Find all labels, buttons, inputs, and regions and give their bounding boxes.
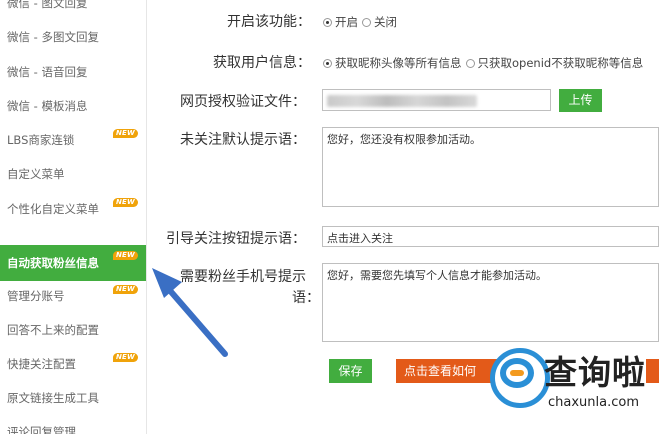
sidebar-item[interactable]: 管理分账号 NEW xyxy=(0,279,146,313)
enable-label: 开启该功能： xyxy=(227,14,311,30)
sidebar-item-label: 微信 - 模板消息 xyxy=(7,99,88,113)
sidebar-item[interactable]: 评论回复管理 xyxy=(0,415,146,434)
user-info-all-label[interactable]: 获取昵称头像等所有信息 xyxy=(335,55,462,71)
phone-tip-label-line2: 语： xyxy=(292,290,320,306)
sidebar-item[interactable]: 自动获取粉丝信息 NEW xyxy=(0,245,146,281)
upload-button[interactable]: 上传 xyxy=(559,89,602,112)
new-badge: NEW xyxy=(113,198,138,207)
new-badge: NEW xyxy=(113,251,138,260)
auth-file-input[interactable] xyxy=(322,89,551,111)
watermark-domain: chaxunla.com xyxy=(548,395,639,410)
sidebar-item-label: 评论回复管理 xyxy=(7,425,76,434)
sidebar-item[interactable]: 原文链接生成工具 xyxy=(0,381,146,415)
sidebar-item-label: 微信 - 语音回复 xyxy=(7,65,88,79)
sidebar-item-label: 原文链接生成工具 xyxy=(7,391,99,405)
enable-on-label[interactable]: 开启 xyxy=(335,14,358,30)
sidebar-item[interactable]: 自定义菜单 xyxy=(0,157,146,191)
sidebar-item[interactable]: 微信 - 模板消息 xyxy=(0,89,146,123)
save-button[interactable]: 保存 xyxy=(329,359,372,383)
arrow-head xyxy=(152,268,182,298)
sidebar-item-label: 管理分账号 xyxy=(7,289,65,303)
user-info-radio-group: 获取昵称头像等所有信息 只获取openid不获取昵称等信息 xyxy=(323,55,647,71)
sidebar-item[interactable]: 回答不上来的配置 xyxy=(0,313,146,347)
default-tip-label: 未关注默认提示语： xyxy=(180,132,306,148)
sidebar-item-label: 微信 - 图文回复 xyxy=(7,0,88,10)
auth-file-value-blurred xyxy=(327,95,477,107)
watermark-logo: 查询啦 chaxunla.com xyxy=(490,340,659,420)
sidebar-item-label: 快捷关注配置 xyxy=(7,357,76,371)
sidebar-item[interactable]: 微信 - 语音回复 xyxy=(0,55,146,89)
enable-off-label[interactable]: 关闭 xyxy=(374,14,397,30)
sidebar-item[interactable]: 快捷关注配置 NEW xyxy=(0,347,146,381)
annotation-arrow xyxy=(152,268,228,357)
user-info-openid-radio[interactable] xyxy=(465,58,475,68)
watermark-q-accent xyxy=(510,370,524,376)
sidebar-item[interactable]: LBS商家连锁 NEW xyxy=(0,123,146,157)
follow-button-tip-label: 引导关注按钮提示语： xyxy=(166,231,306,247)
follow-button-tip-input[interactable]: 点击进入关注 xyxy=(322,226,659,247)
arrow-shaft xyxy=(163,283,228,357)
user-info-label: 获取用户信息： xyxy=(213,55,311,71)
auth-file-label: 网页授权验证文件： xyxy=(180,94,306,110)
enable-on-radio[interactable] xyxy=(323,17,332,27)
enable-off-radio[interactable] xyxy=(362,17,371,27)
sidebar-item-label: 自定义菜单 xyxy=(7,167,65,181)
sidebar-item[interactable]: 微信 - 多图文回复 xyxy=(0,20,146,54)
sidebar-item-label: 个性化自定义菜单 xyxy=(7,202,99,216)
enable-radio-group: 开启 关闭 xyxy=(323,14,401,30)
sidebar-item[interactable]: 个性化自定义菜单 NEW xyxy=(0,192,146,226)
user-info-all-radio[interactable] xyxy=(323,58,332,68)
default-tip-textarea[interactable]: 您好，您还没有权限参加活动。 xyxy=(322,127,659,207)
sidebar: 微信 - 图文回复微信 - 多图文回复 微信 - 语音回复 微信 - 模板消息 LBS… xyxy=(0,0,147,434)
new-badge: NEW xyxy=(113,353,138,362)
phone-tip-textarea[interactable]: 您好，需要您先填写个人信息才能参加活动。 xyxy=(322,263,659,342)
new-badge: NEW xyxy=(113,129,138,138)
sidebar-item-label: LBS商家连锁 xyxy=(7,133,75,147)
sidebar-item-label: 自动获取粉丝信息 xyxy=(7,256,99,270)
sidebar-item-label: 回答不上来的配置 xyxy=(7,323,99,337)
new-badge: NEW xyxy=(113,285,138,294)
user-info-openid-label[interactable]: 只获取openid不获取昵称等信息 xyxy=(478,55,644,71)
sidebar-item[interactable]: 微信 - 图文回复 xyxy=(0,0,146,20)
sidebar-item-label: 微信 - 多图文回复 xyxy=(7,30,99,44)
watermark-brand: 查询啦 xyxy=(544,353,646,392)
